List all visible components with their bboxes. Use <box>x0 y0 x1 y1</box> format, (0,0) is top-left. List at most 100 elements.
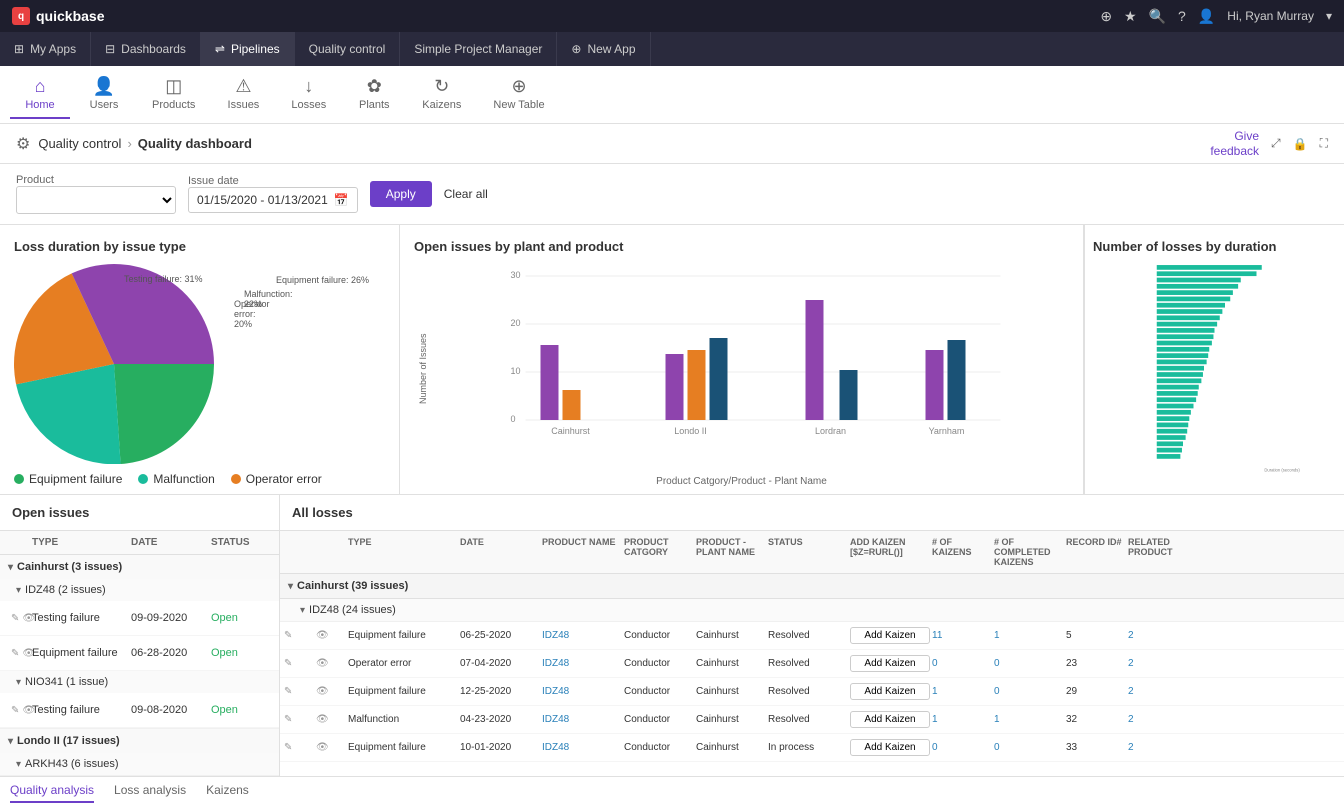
tab-issues[interactable]: ⚠ Issues <box>213 70 273 119</box>
related-product-link[interactable]: 2 <box>1128 714 1188 725</box>
edit-icon[interactable]: ✎ <box>284 658 314 669</box>
search-icon[interactable]: 🔍 <box>1149 8 1166 25</box>
view-icon[interactable]: 👁 <box>316 742 346 753</box>
logo[interactable]: q quickbase <box>12 7 104 25</box>
idz48-subgroup-header[interactable]: ▾ IDZ48 (2 issues) <box>0 579 279 601</box>
share-icon[interactable]: ⤢ <box>1271 136 1281 151</box>
related-product-link[interactable]: 2 <box>1128 686 1188 697</box>
issue-date-label: Issue date <box>188 175 358 187</box>
table-row: ✎ 👁 Equipment failure 10-01-2020 IDZ48 C… <box>280 734 1344 762</box>
product-name-link[interactable]: IDZ48 <box>542 686 622 697</box>
give-feedback-button[interactable]: Givefeedback <box>1210 129 1259 158</box>
bottom-tab-kaizens[interactable]: Kaizens <box>206 779 249 803</box>
completed-kaizen-count[interactable]: 1 <box>994 630 1064 641</box>
app-tab-newapp[interactable]: ⊕ New App <box>557 32 650 66</box>
view-icon[interactable]: 👁 <box>316 714 346 725</box>
view-icon[interactable]: 👁 <box>316 658 346 669</box>
apply-button[interactable]: Apply <box>370 181 432 207</box>
app-tab-dashboards[interactable]: ⊟ Dashboards <box>91 32 201 66</box>
clear-button[interactable]: Clear all <box>444 187 488 201</box>
tab-users[interactable]: 👤 Users <box>74 70 134 119</box>
related-product-link[interactable]: 2 <box>1128 658 1188 669</box>
issue-group-cainhurst: ▾ Cainhurst (3 issues) ▾ IDZ48 (2 issues… <box>0 555 279 729</box>
tab-products[interactable]: ◫ Products <box>138 70 209 119</box>
lock-icon[interactable]: 🔒 <box>1293 137 1308 151</box>
bottom-tab-quality[interactable]: Quality analysis <box>10 779 94 803</box>
losses-idz48-header[interactable]: ▾ IDZ48 (24 issues) <box>280 599 1344 622</box>
breadcrumb: Quality control › Quality dashboard <box>38 136 1202 151</box>
losses-idz48-label: IDZ48 (24 issues) <box>309 604 396 616</box>
pie-chart-svg <box>14 264 214 464</box>
bar-cainhurst-inverter <box>563 390 581 420</box>
completed-kaizen-count[interactable]: 0 <box>994 742 1064 753</box>
calendar-icon[interactable]: 📅 <box>334 193 349 207</box>
logo-text: quickbase <box>36 8 104 24</box>
date-range-picker[interactable]: 01/15/2020 - 01/13/2021 📅 <box>188 187 358 213</box>
tab-kaizens[interactable]: ↻ Kaizens <box>408 70 475 119</box>
top-bar-left: q quickbase <box>12 7 104 25</box>
edit-icon[interactable]: ✎ <box>284 686 314 697</box>
edit-icon[interactable]: ✎ <box>284 714 314 725</box>
kaizen-count[interactable]: 11 <box>932 630 992 641</box>
view-icon[interactable]: 👁 <box>316 630 346 641</box>
svg-text:0: 0 <box>511 414 516 424</box>
product-select[interactable] <box>16 186 176 214</box>
edit-icon[interactable]: ✎ <box>11 613 19 624</box>
tab-home[interactable]: ⌂ Home <box>10 70 70 119</box>
view-icon[interactable]: 👁 <box>316 686 346 697</box>
bottom-tab-loss[interactable]: Loss analysis <box>114 779 186 803</box>
completed-kaizen-count[interactable]: 1 <box>994 714 1064 725</box>
bar-chart-svg: 30 20 10 0 Cainhurst Londo II <box>432 264 1069 454</box>
related-product-link[interactable]: 2 <box>1128 742 1188 753</box>
edit-icon[interactable]: ✎ <box>284 630 314 641</box>
tab-newtable[interactable]: ⊕ New Table <box>479 70 558 119</box>
breadcrumb-app: Quality control <box>38 136 121 151</box>
add-kaizen-button[interactable]: Add Kaizen <box>850 655 930 672</box>
product-name-link[interactable]: IDZ48 <box>542 630 622 641</box>
product-name-link[interactable]: IDZ48 <box>542 658 622 669</box>
user-icon[interactable]: 👤 <box>1198 8 1215 25</box>
completed-kaizen-count[interactable]: 0 <box>994 658 1064 669</box>
losses-cainhurst-header[interactable]: ▾ Cainhurst (39 issues) <box>280 574 1344 599</box>
question-icon[interactable]: ? <box>1178 8 1186 24</box>
edit-icon[interactable]: ✎ <box>11 705 19 716</box>
kaizen-count[interactable]: 0 <box>932 742 992 753</box>
chevron-down-icon[interactable]: ▾ <box>1326 9 1332 23</box>
pie-chart-panel: Loss duration by issue type Equipment fa… <box>0 225 400 494</box>
kaizen-count[interactable]: 0 <box>932 658 992 669</box>
tab-losses[interactable]: ↓ Losses <box>277 70 340 119</box>
app-tab-pipelines[interactable]: ⇌ Pipelines <box>201 32 295 66</box>
product-name-link[interactable]: IDZ48 <box>542 714 622 725</box>
arkh43-subgroup-header[interactable]: ▾ ARKH43 (6 issues) <box>0 753 279 775</box>
edit-icon[interactable]: ✎ <box>11 648 19 659</box>
londo-group-header[interactable]: ▾ Londo II (17 issues) <box>0 729 279 753</box>
edit-icon[interactable]: ✎ <box>284 742 314 753</box>
plus-icon[interactable]: ⊕ <box>1100 8 1112 25</box>
kaizen-count[interactable]: 1 <box>932 686 992 697</box>
fullscreen-icon[interactable]: ⛶ <box>1320 136 1328 151</box>
app-tab-qualitycontrol[interactable]: Quality control <box>295 32 401 66</box>
top-bar-right: ⊕ ★ 🔍 ? 👤 Hi, Ryan Murray ▾ <box>1100 8 1332 25</box>
losses-icon: ↓ <box>304 76 313 97</box>
kaizen-count[interactable]: 1 <box>932 714 992 725</box>
legend-malfunction-label: Malfunction <box>153 472 214 486</box>
kaizens-icon: ↻ <box>434 76 449 97</box>
add-kaizen-button[interactable]: Add Kaizen <box>850 683 930 700</box>
settings-icon[interactable]: ⚙ <box>16 134 30 154</box>
table-row: ✎ 👁 Equipment failure 06-25-2020 IDZ48 C… <box>280 622 1344 650</box>
app-tab-myapps[interactable]: ⊞ My Apps <box>0 32 91 66</box>
add-kaizen-button[interactable]: Add Kaizen <box>850 627 930 644</box>
star-icon[interactable]: ★ <box>1124 8 1137 25</box>
completed-kaizen-count[interactable]: 0 <box>994 686 1064 697</box>
issue-type: Testing failure <box>32 704 131 716</box>
nio341-subgroup-header[interactable]: ▾ NIO341 (1 issue) <box>0 671 279 693</box>
cainhurst-group-header[interactable]: ▾ Cainhurst (3 issues) <box>0 555 279 579</box>
add-kaizen-button[interactable]: Add Kaizen <box>850 711 930 728</box>
product-name-link[interactable]: IDZ48 <box>542 742 622 753</box>
related-product-link[interactable]: 2 <box>1128 630 1188 641</box>
tab-plants[interactable]: ✿ Plants <box>344 70 404 119</box>
products-icon: ◫ <box>165 76 182 97</box>
app-tab-simpleproject[interactable]: Simple Project Manager <box>400 32 557 66</box>
add-kaizen-button[interactable]: Add Kaizen <box>850 739 930 756</box>
logo-icon: q <box>12 7 30 25</box>
